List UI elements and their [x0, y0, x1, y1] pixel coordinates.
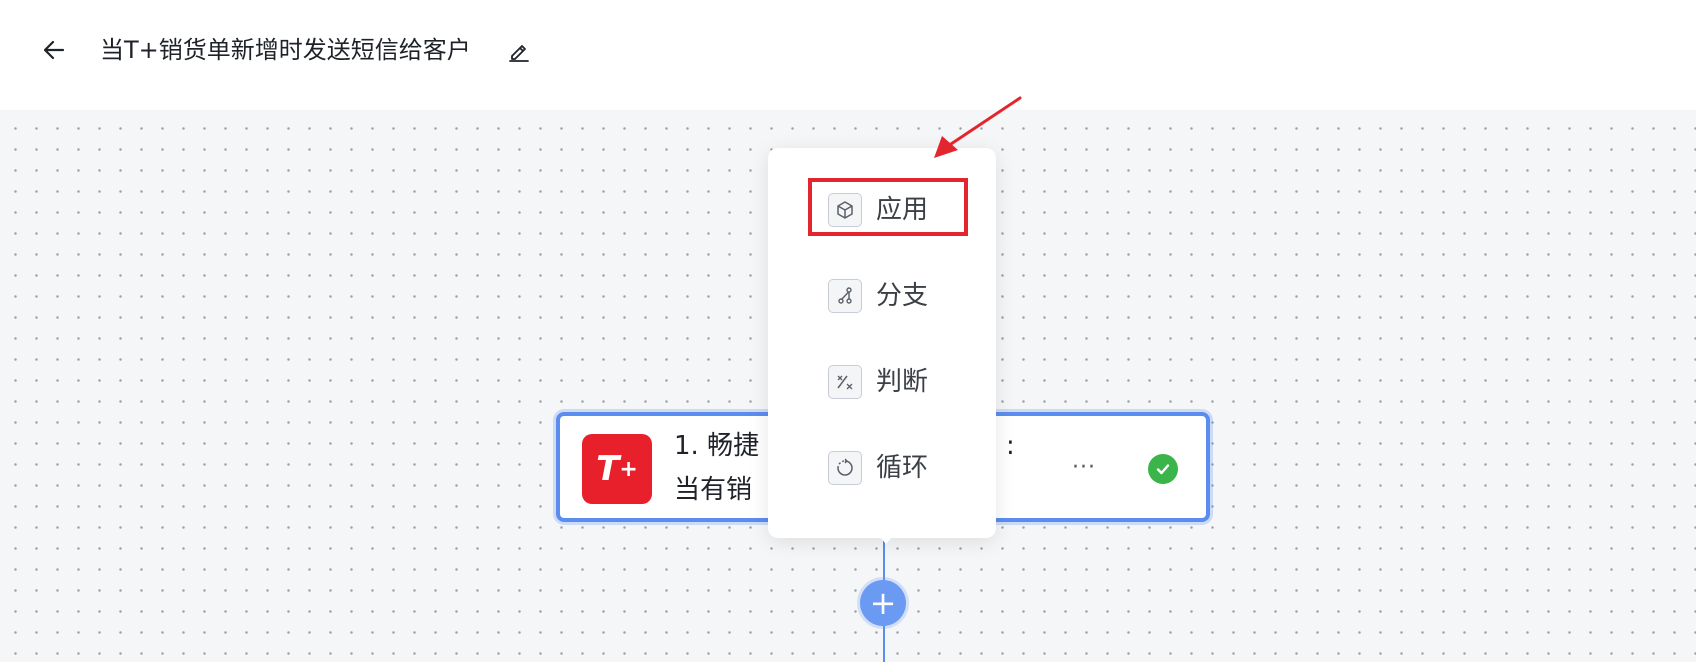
logo-plus: + [619, 456, 638, 482]
cube-icon [828, 193, 862, 227]
edit-title-button[interactable] [506, 38, 532, 64]
trigger-node-title: 1. 畅捷 [674, 431, 760, 461]
menu-item-label: 分支 [876, 281, 929, 311]
more-options-button[interactable]: ··· [1066, 452, 1102, 482]
check-circle-icon [1148, 454, 1178, 484]
menu-item-branch[interactable]: 分支 [828, 276, 928, 316]
tplus-app-logo: T + [582, 434, 652, 504]
menu-item-loop[interactable]: 循环 [828, 448, 928, 488]
trigger-node-title-tail: : [1006, 431, 1015, 461]
menu-item-label: 应用 [876, 195, 929, 225]
menu-item-label: 循环 [876, 453, 929, 483]
header-bar: 当T+销货单新增时发送短信给客户 [0, 0, 1696, 110]
logo-letter: T [596, 449, 620, 489]
arrow-left-icon [43, 40, 65, 60]
add-node-button[interactable]: + [860, 580, 906, 626]
menu-item-label: 判断 [876, 367, 929, 397]
page-title: 当T+销货单新增时发送短信给客户 [100, 36, 471, 64]
menu-item-condition[interactable]: 判断 [828, 362, 928, 402]
branch-icon [828, 279, 862, 313]
pencil-icon [509, 45, 529, 62]
popover-pointer [872, 528, 900, 544]
trigger-node-description: 当有销 [674, 475, 753, 505]
back-button[interactable] [38, 34, 70, 66]
add-node-popover: 应用 分支 判断 循环 [768, 148, 996, 538]
menu-item-app[interactable]: 应用 [828, 190, 928, 230]
condition-icon [828, 365, 862, 399]
loop-icon [828, 451, 862, 485]
